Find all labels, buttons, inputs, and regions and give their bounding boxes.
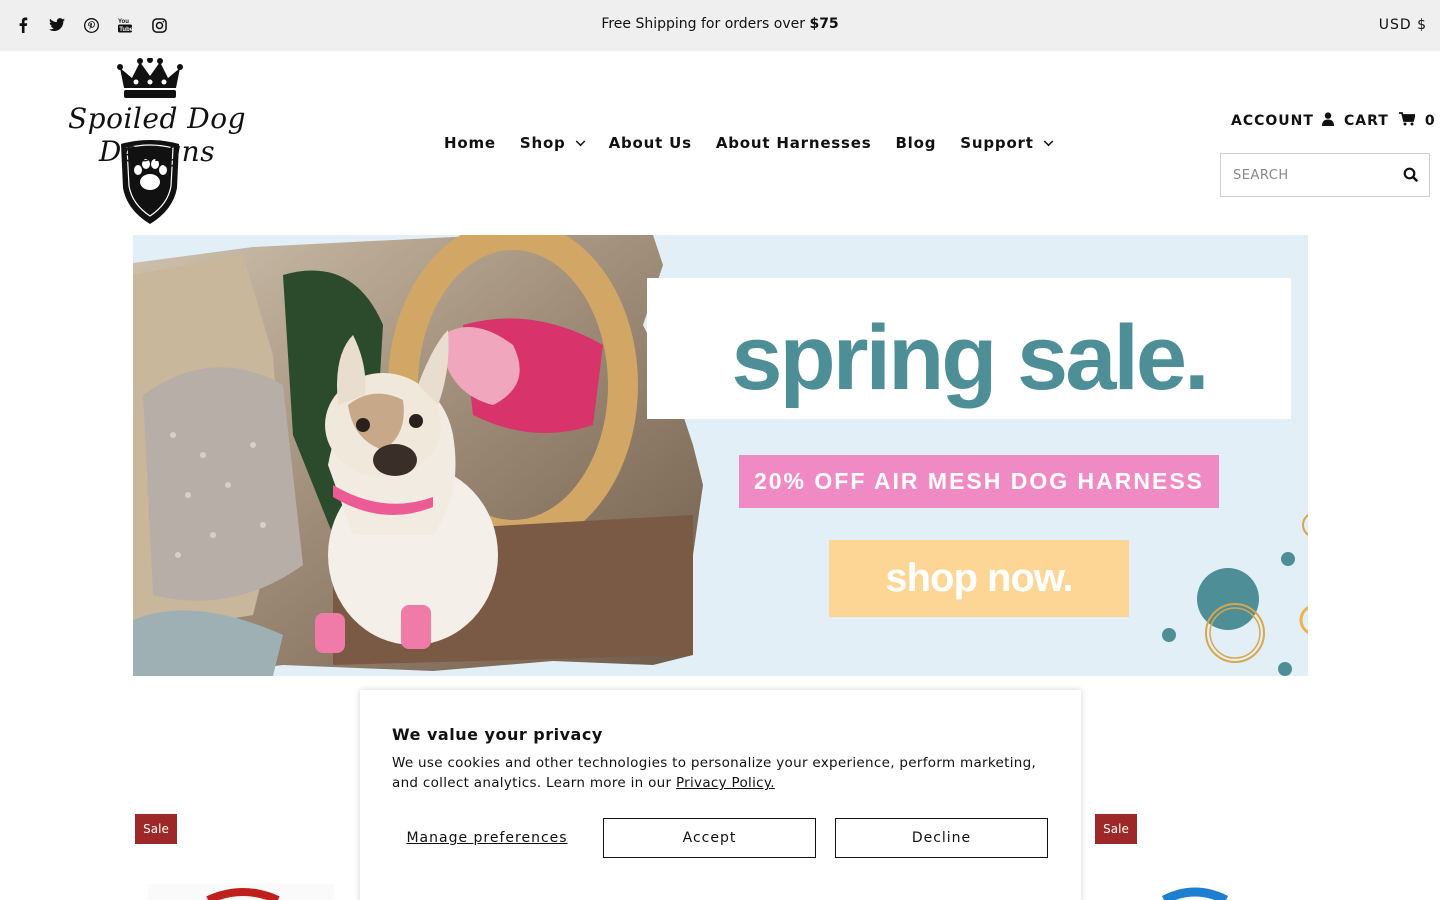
logo-text: Spoiled Dog Designs (68, 102, 246, 168)
nav-item-label: About Harnesses (715, 134, 872, 152)
user-icon (1321, 112, 1334, 130)
manage-preferences-button[interactable]: Manage preferences (392, 818, 582, 858)
cookie-title: We value your privacy (392, 725, 603, 744)
sale-headline-box: spring sale. (647, 278, 1291, 419)
nav-item-label: Home (444, 134, 496, 152)
account-label: ACCOUNT (1231, 113, 1314, 129)
hero-banner[interactable]: spring sale. 20% OFF AIR MESH DOG HARNES… (133, 235, 1308, 676)
free-shipping-announcement: Free Shipping for orders over $75 (0, 16, 1440, 32)
announcement-bar: You Tube Free Shipping for orders over $7… (0, 0, 1440, 51)
product-image-blue-harness[interactable] (1160, 884, 1230, 900)
cookie-consent-dialog: We value your privacy We use cookies and… (360, 690, 1081, 900)
main-navigation: Home Shop About Us About Harnesses Blog … (444, 132, 1077, 154)
promo-strip: 20% OFF AIR MESH DOG HARNESS (739, 455, 1219, 508)
announcement-amount: $75 (809, 16, 839, 32)
decline-button[interactable]: Decline (835, 818, 1048, 858)
announcement-text: Free Shipping for orders over (601, 16, 810, 32)
nav-item-support[interactable]: Support (960, 132, 1053, 154)
search-input[interactable] (1221, 154, 1391, 196)
nav-item-about-us[interactable]: About Us (609, 132, 692, 154)
sale-badge: Sale (1095, 814, 1137, 844)
privacy-policy-link[interactable]: Privacy Policy. (676, 775, 775, 791)
nav-item-label: Support (960, 134, 1034, 152)
nav-item-about-harnesses[interactable]: About Harnesses (716, 132, 872, 154)
cart-label: CART (1344, 113, 1389, 129)
nav-item-label: Blog (895, 134, 937, 152)
dog-photo (133, 235, 703, 676)
currency-selector[interactable]: USD $ (1379, 17, 1427, 33)
nav-item-label: Shop (519, 134, 566, 152)
sale-headline: spring sale. (731, 307, 1209, 409)
sale-badge: Sale (135, 814, 177, 844)
account-link[interactable]: ACCOUNT (1231, 112, 1334, 130)
chevron-down-icon (1043, 136, 1053, 147)
nav-item-blog[interactable]: Blog (895, 132, 936, 154)
site-logo[interactable]: Spoiled Dog Designs (24, 57, 290, 226)
cart-count: 0 (1424, 113, 1436, 129)
accept-button[interactable]: Accept (603, 818, 816, 858)
nav-item-label: About Us (608, 134, 692, 152)
cookie-message: We use cookies and other technologies to… (392, 753, 1052, 793)
nav-item-shop[interactable]: Shop (520, 132, 585, 154)
decorative-dots (1162, 514, 1308, 676)
product-image-red-harness[interactable] (148, 884, 334, 900)
cart-icon (1398, 112, 1416, 130)
shop-now-button[interactable]: shop now. (829, 540, 1129, 617)
chevron-down-icon (575, 136, 585, 147)
search-box (1220, 153, 1430, 197)
search-icon (1403, 167, 1418, 182)
nav-item-home[interactable]: Home (444, 132, 496, 154)
promo-text: 20% OFF AIR MESH DOG HARNESS (753, 468, 1205, 494)
shop-now-label: shop now. (885, 556, 1073, 600)
cart-link[interactable]: CART 0 (1344, 112, 1436, 130)
search-button[interactable] (1401, 165, 1421, 185)
